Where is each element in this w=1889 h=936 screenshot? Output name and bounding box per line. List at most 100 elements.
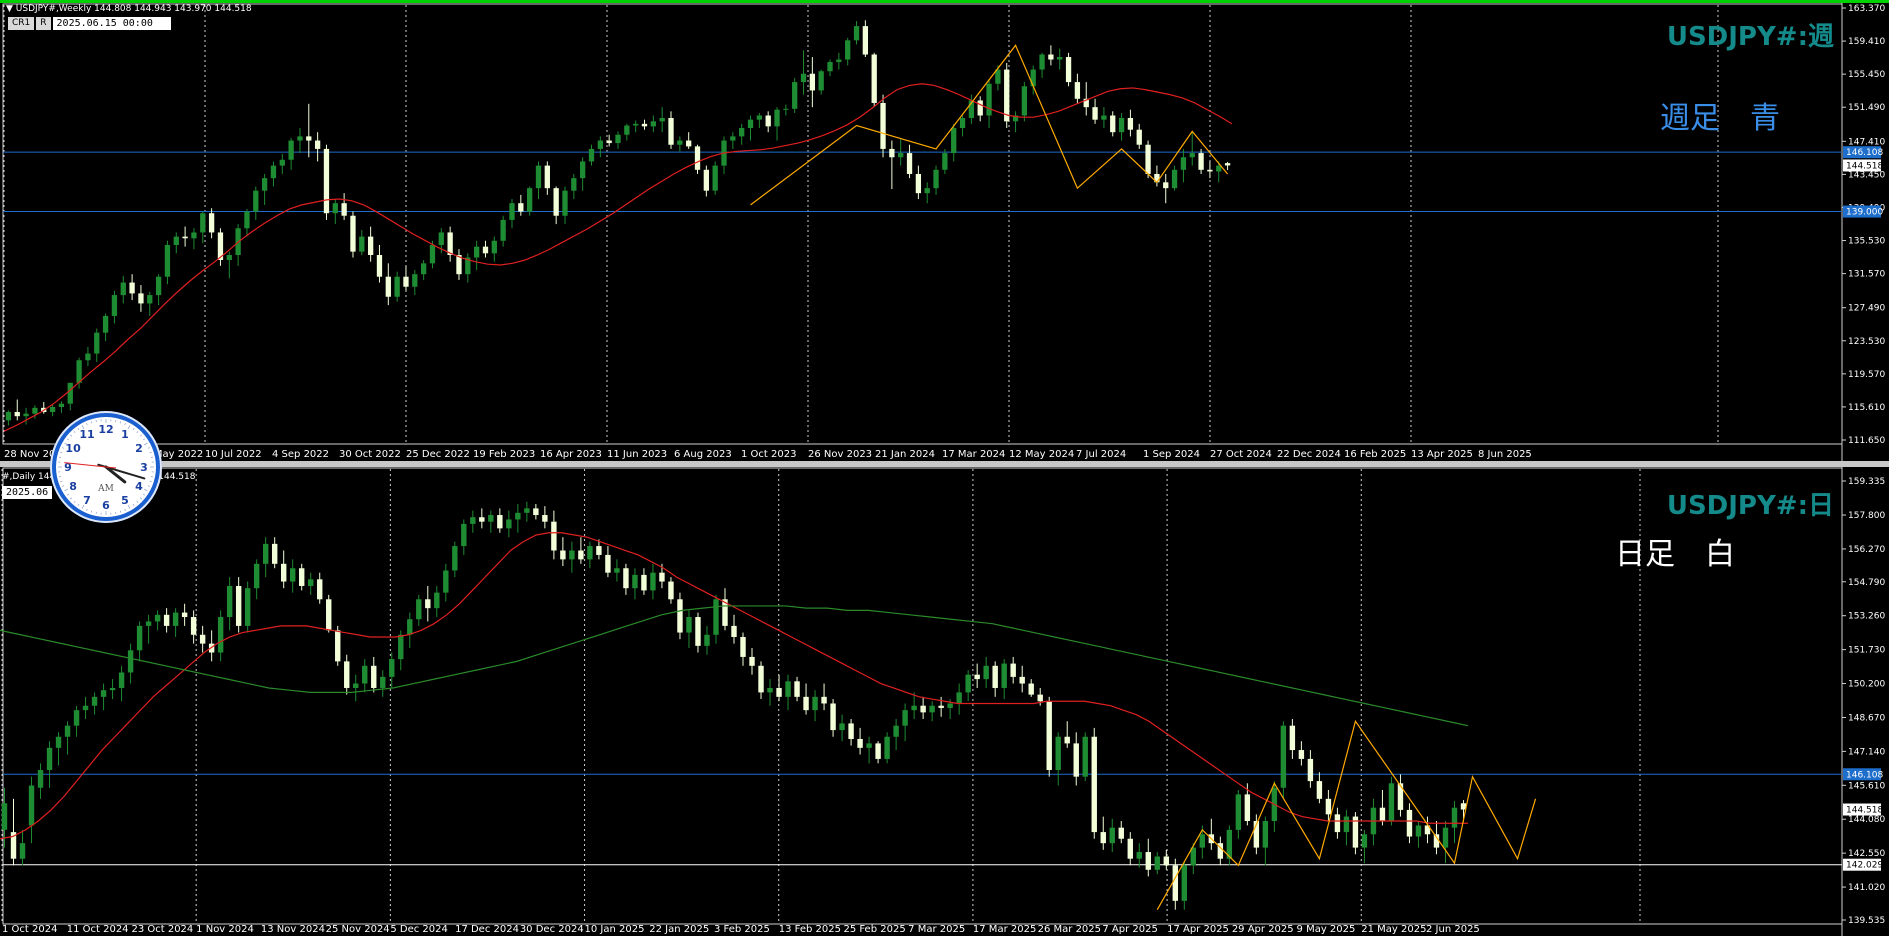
candle-body	[111, 295, 118, 316]
candle-body	[109, 687, 116, 691]
candle-body	[632, 574, 638, 589]
daily-date-field[interactable]: 2025.06	[2, 486, 53, 499]
candle-body	[235, 585, 242, 626]
candle-body	[1207, 169, 1213, 172]
candle-body	[615, 134, 621, 144]
candle-body	[1388, 783, 1395, 822]
clock-tick	[124, 423, 126, 426]
candle-body	[473, 246, 480, 258]
clock-tick	[60, 480, 63, 483]
top-time-label: 27 Oct 2024	[1210, 449, 1272, 460]
bot-price-label: 153.260	[1848, 612, 1885, 622]
candle-body	[704, 634, 710, 646]
bot-price-label: 141.020	[1848, 883, 1885, 893]
candle-body	[120, 282, 126, 296]
candle-body	[1136, 852, 1142, 859]
candle-body	[226, 254, 232, 260]
candle-body	[659, 118, 665, 122]
candle-body	[335, 630, 341, 662]
clock-number: 11	[79, 428, 94, 441]
candle-body	[1100, 832, 1106, 844]
top-time-label: 22 Dec 2024	[1277, 449, 1341, 460]
weekly-chart-pane[interactable]: 28 Nov 2021 15 May 2022 10 Jul 2022 4 Sep 2…	[0, 0, 1889, 461]
collapse-triangle-icon[interactable]: ▼	[6, 4, 13, 14]
candle-body	[641, 123, 648, 127]
candle-body	[875, 743, 881, 759]
top-time-label: 12 May 2024	[1009, 449, 1074, 460]
clock-tick	[136, 431, 139, 434]
candle-body	[800, 73, 807, 83]
bot-time-label: 10 Jan 2025	[585, 924, 645, 935]
candle-body	[443, 570, 449, 593]
clock-tick	[70, 497, 73, 500]
candle-body	[871, 54, 877, 103]
bot-time-label: 23 Oct 2024	[131, 924, 193, 935]
candle-body	[730, 136, 736, 141]
top-time-label: 30 Oct 2022	[339, 449, 401, 460]
weekly-label: 週足 青	[1660, 101, 1780, 136]
candle-body	[1019, 676, 1025, 684]
top-time-label: 1 Oct 2023	[741, 449, 796, 460]
daily-chart-canvas[interactable]: 1 Oct 2024 11 Oct 2024 23 Oct 2024 1 Nov 20…	[0, 467, 1889, 936]
candle-body	[839, 723, 845, 731]
clock-tick	[73, 500, 76, 503]
candle-body	[938, 705, 944, 708]
top-price-label: 119.570	[1848, 370, 1885, 380]
candle-body	[253, 190, 259, 212]
top-time-label: 4 Sep 2022	[272, 449, 329, 460]
daily-chart-pane[interactable]: 1 Oct 2024 11 Oct 2024 23 Oct 2024 1 Nov 20…	[0, 467, 1889, 936]
candle-body	[376, 254, 383, 277]
candle-body	[920, 705, 926, 713]
clock-number: 10	[65, 442, 81, 455]
candle-body	[902, 710, 908, 726]
candle-body	[659, 572, 665, 582]
candle-body	[506, 519, 512, 529]
candle-body	[571, 178, 577, 191]
candle-body	[100, 690, 107, 697]
clock-tick	[149, 451, 152, 454]
candle-body	[1280, 725, 1287, 788]
top-price-label: 115.610	[1848, 403, 1885, 413]
candle-body	[527, 188, 533, 212]
candle-body	[535, 165, 542, 189]
candle-body	[633, 123, 639, 126]
candle-body	[614, 568, 620, 573]
candle-body	[749, 656, 755, 666]
candle-body	[1039, 54, 1045, 70]
candle-body	[758, 665, 764, 693]
clock-icon: 12 1234567891011AM	[58, 419, 154, 515]
candle-body	[588, 148, 595, 162]
weekly-date-field[interactable]: 2025.06.15 00:00	[52, 17, 171, 30]
top-time-label: 16 Apr 2023	[540, 449, 602, 460]
candle-body	[46, 747, 53, 771]
candle-body	[827, 62, 833, 72]
candle-body	[1127, 838, 1133, 859]
top-time-label: 26 Nov 2023	[808, 449, 872, 460]
candle-body	[289, 568, 296, 582]
candle-body	[136, 625, 143, 651]
candle-body	[91, 696, 98, 706]
candle-body	[740, 636, 746, 657]
clock-tick	[139, 434, 142, 437]
candle-body	[1010, 663, 1016, 677]
weekly-chart-canvas[interactable]: 28 Nov 2021 15 May 2022 10 Jul 2022 4 Sep 2…	[0, 3, 1889, 461]
candle-body	[344, 661, 350, 688]
candle-body	[1163, 182, 1169, 189]
bot-time-label: 26 Mar 2025	[1038, 924, 1101, 935]
daily-title: USDJPY#:日	[1666, 491, 1834, 521]
candle-body	[1030, 69, 1036, 87]
candle-body	[1118, 118, 1125, 133]
candle-body	[332, 203, 338, 214]
clock-tick	[136, 500, 139, 503]
analog-clock-widget[interactable]: 12 1 2 3 4 5 6 7 8 9 10 11 AM	[50, 411, 162, 523]
bot-price-label: 157.800	[1848, 511, 1885, 521]
candle-body	[533, 508, 539, 516]
candle-body	[129, 282, 135, 294]
daily-label: 日足 白	[1615, 537, 1735, 572]
r-button[interactable]: R	[36, 17, 51, 30]
clock-tick	[90, 421, 93, 424]
cr1-button[interactable]: CR1	[8, 17, 35, 30]
candle-body	[200, 213, 206, 233]
candle-body	[191, 232, 197, 239]
candle-body	[606, 140, 612, 144]
